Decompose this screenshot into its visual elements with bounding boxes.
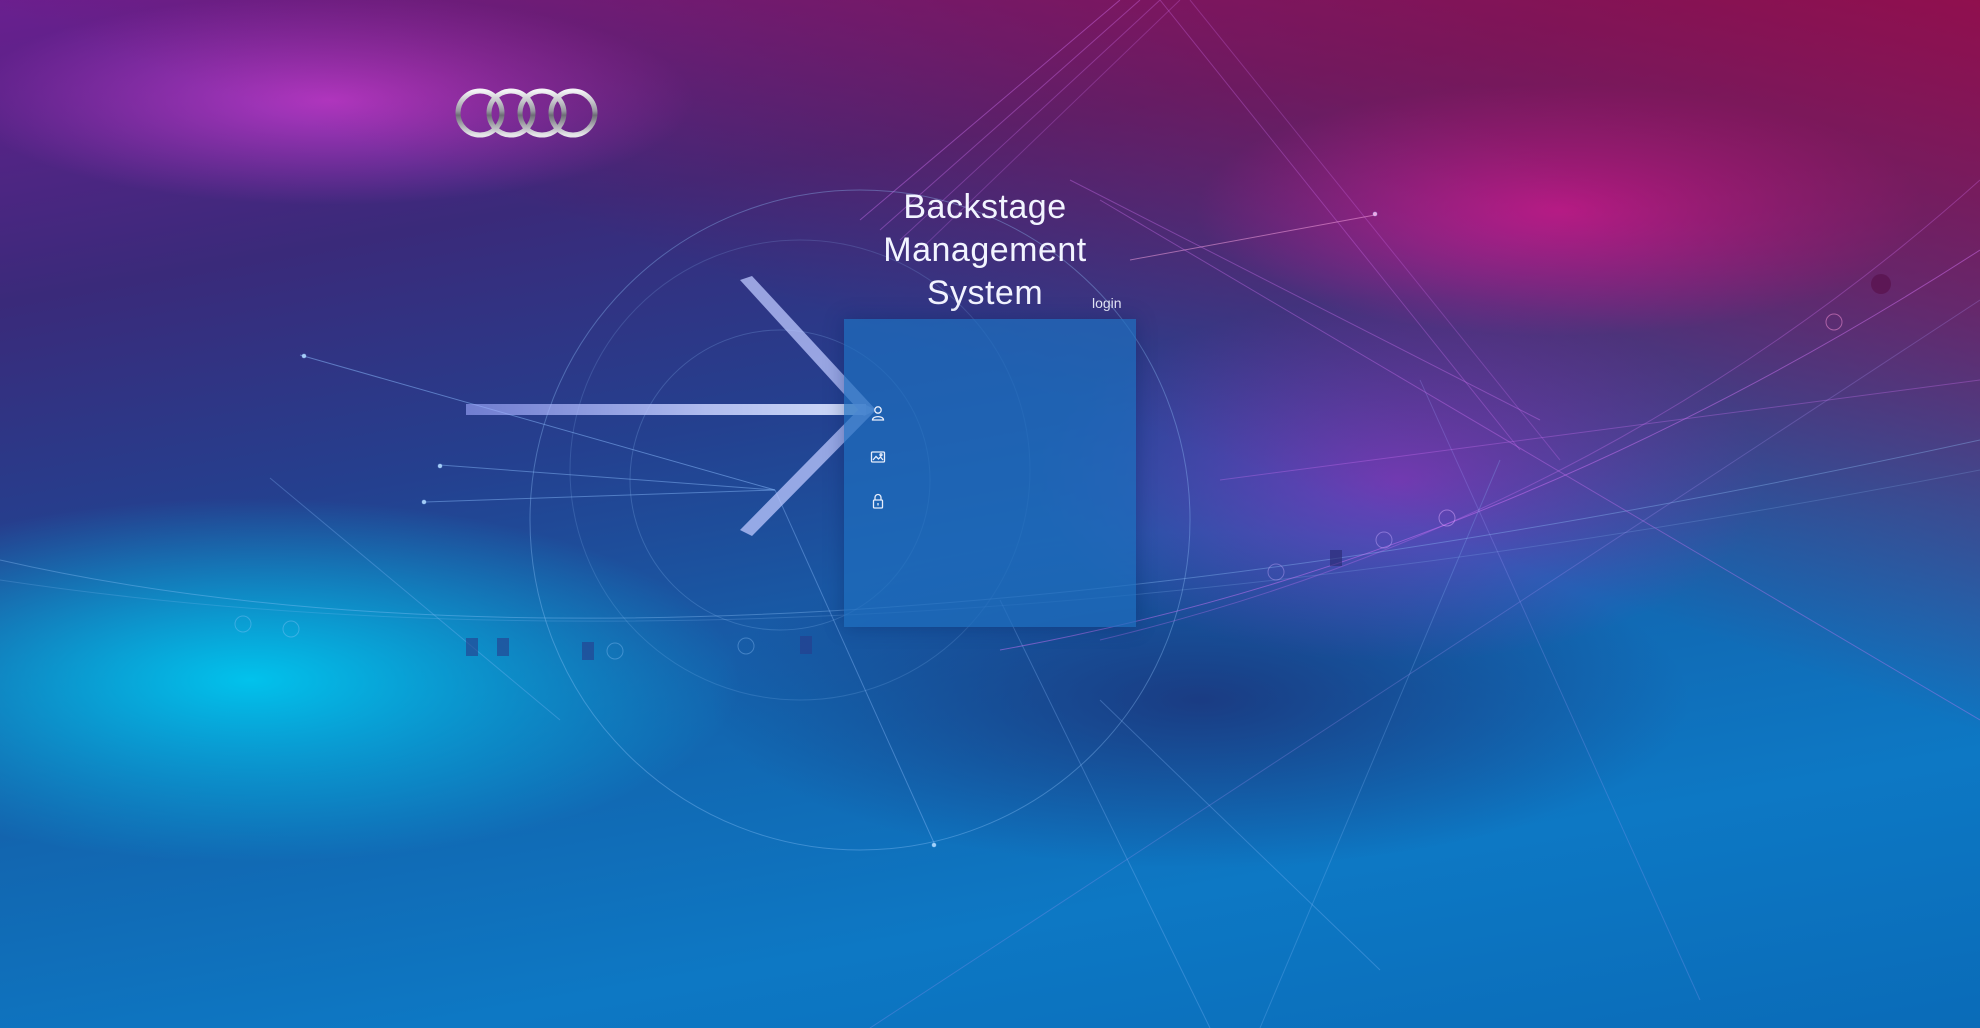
login-page: Backstage Management System login (0, 0, 1980, 1028)
user-icon (870, 405, 886, 421)
lock-icon (870, 493, 886, 509)
captcha-field[interactable] (870, 443, 1120, 471)
password-field[interactable] (870, 487, 1120, 515)
image-captcha-icon (870, 449, 886, 465)
username-field[interactable] (870, 399, 1120, 427)
four-rings-logo (455, 88, 598, 138)
login-label: login (1092, 295, 1122, 311)
username-input[interactable] (896, 399, 1120, 427)
login-panel (844, 319, 1136, 627)
password-input[interactable] (896, 487, 1120, 515)
captcha-input[interactable] (896, 443, 1120, 471)
page-title: Backstage Management System (883, 188, 1087, 312)
